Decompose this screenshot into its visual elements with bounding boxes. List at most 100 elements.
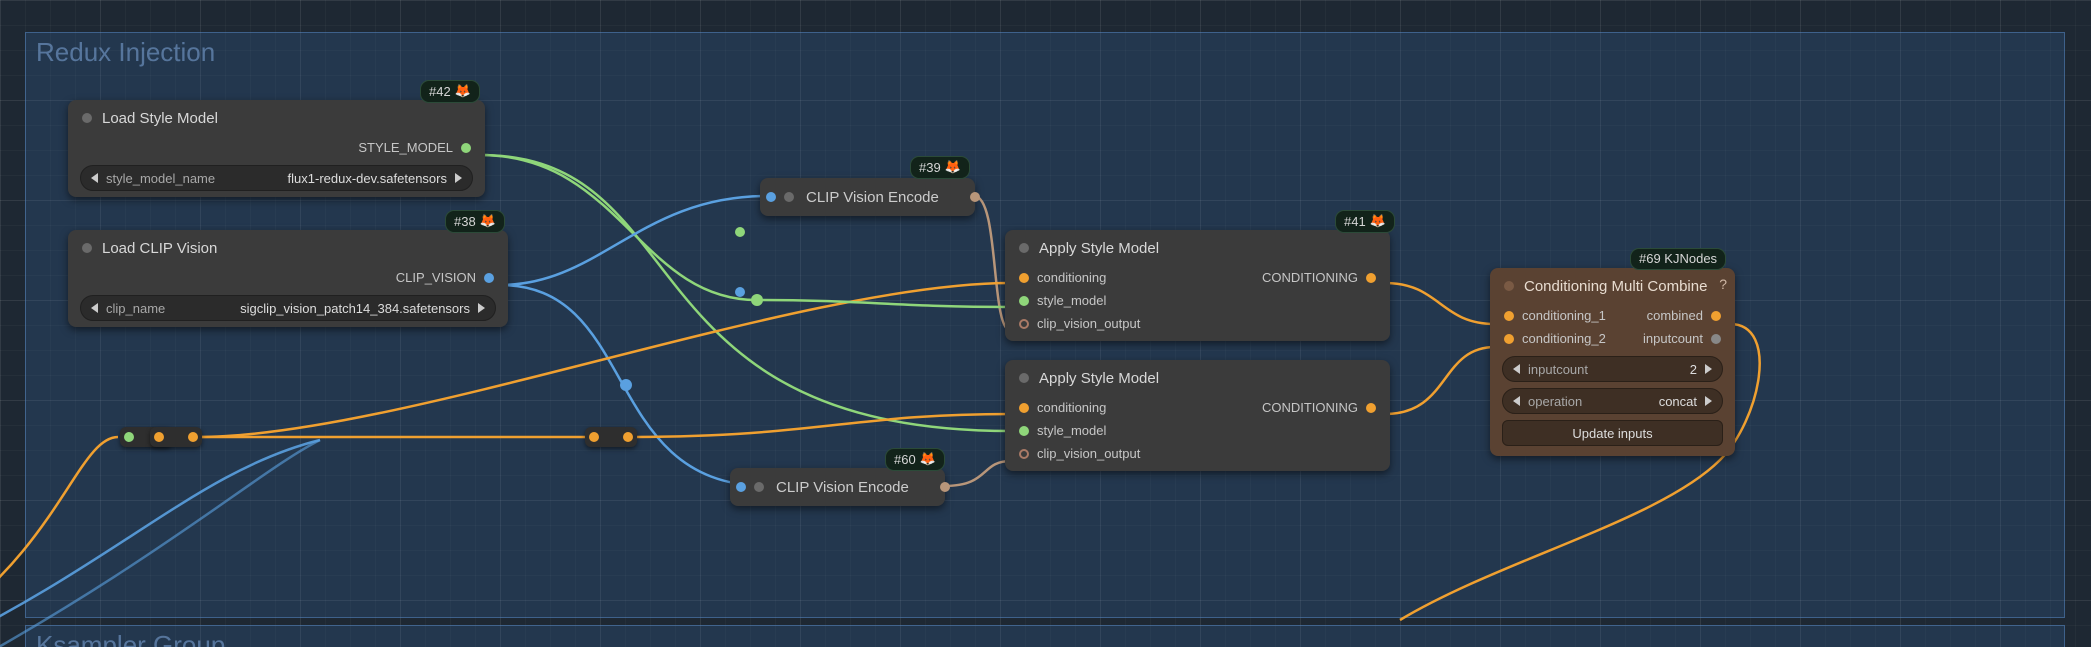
group-ksampler: Ksampler Group xyxy=(25,625,2065,647)
collapse-dot-icon[interactable] xyxy=(1019,243,1029,253)
fox-icon: 🦊 xyxy=(920,451,936,467)
input-port-conditioning-1[interactable] xyxy=(1504,311,1514,321)
input-port-clip-vision-output[interactable] xyxy=(1019,449,1029,459)
group-title: Redux Injection xyxy=(36,37,215,68)
input-port-conditioning[interactable] xyxy=(1019,403,1029,413)
reroute-node[interactable] xyxy=(150,427,202,447)
io-row: clip_vision_output xyxy=(1005,312,1390,341)
node-title: CLIP Vision Encode xyxy=(776,479,909,496)
io-row: style_model xyxy=(1005,289,1390,312)
output-port-inputcount[interactable] xyxy=(1711,334,1721,344)
reroute-in-port[interactable] xyxy=(154,432,164,442)
widget-label: inputcount xyxy=(1528,362,1588,377)
output-label: CONDITIONING xyxy=(1262,270,1358,285)
node-load-style-model[interactable]: Load Style Model STYLE_MODEL style_model… xyxy=(68,100,485,197)
reroute-in-port[interactable] xyxy=(589,432,599,442)
io-row: style_model xyxy=(1005,419,1390,442)
node-title: Apply Style Model xyxy=(1039,370,1159,387)
output-port-conditioning[interactable] xyxy=(1366,403,1376,413)
output-port-clip-vision[interactable] xyxy=(484,273,494,283)
node-title: Load CLIP Vision xyxy=(102,240,217,257)
output-label: combined xyxy=(1647,308,1703,323)
input-label: style_model xyxy=(1037,293,1106,308)
input-label: conditioning_1 xyxy=(1522,308,1606,323)
widget-label: style_model_name xyxy=(106,171,215,186)
collapse-dot-icon[interactable] xyxy=(784,192,794,202)
input-port-clip-vision-output[interactable] xyxy=(1019,319,1029,329)
input-port-conditioning-2[interactable] xyxy=(1504,334,1514,344)
io-row: clip_vision_output xyxy=(1005,442,1390,471)
widget-label: clip_name xyxy=(106,301,165,316)
chevron-left-icon[interactable] xyxy=(91,173,98,183)
widget-label: operation xyxy=(1528,394,1582,409)
node-apply-style-model-1[interactable]: Apply Style Model conditioning CONDITION… xyxy=(1005,230,1390,341)
input-port-clip-vision[interactable] xyxy=(766,192,776,202)
output-label: STYLE_MODEL xyxy=(358,140,453,155)
button-label: Update inputs xyxy=(1572,426,1652,441)
collapse-dot-icon[interactable] xyxy=(82,243,92,253)
io-row: conditioning CONDITIONING xyxy=(1005,396,1390,419)
output-row: STYLE_MODEL xyxy=(68,136,485,159)
chevron-right-icon[interactable] xyxy=(1705,364,1712,374)
chevron-right-icon[interactable] xyxy=(1705,396,1712,406)
node-header[interactable]: Apply Style Model xyxy=(1005,230,1390,266)
node-clip-vision-encode-1[interactable]: CLIP Vision Encode xyxy=(760,178,975,216)
reroute-node[interactable] xyxy=(585,427,637,447)
output-port-clip-vision-output[interactable] xyxy=(940,482,950,492)
input-port-clip-vision[interactable] xyxy=(736,482,746,492)
node-load-clip-vision[interactable]: Load CLIP Vision CLIP_VISION clip_name s… xyxy=(68,230,508,327)
io-row: conditioning_2 inputcount xyxy=(1490,327,1735,350)
badge-text: #39 xyxy=(919,160,941,175)
fox-icon: 🦊 xyxy=(455,83,471,99)
widget-value: 2 xyxy=(1690,362,1697,377)
input-label: clip_vision_output xyxy=(1037,316,1140,331)
chevron-left-icon[interactable] xyxy=(1513,364,1520,374)
widget-style-model-name[interactable]: style_model_name flux1-redux-dev.safeten… xyxy=(80,165,473,191)
collapse-dot-icon[interactable] xyxy=(82,113,92,123)
node-header[interactable]: Apply Style Model xyxy=(1005,360,1390,396)
input-label: conditioning xyxy=(1037,270,1106,285)
node-title: Conditioning Multi Combine xyxy=(1524,278,1707,295)
node-conditioning-multi-combine[interactable]: ? Conditioning Multi Combine conditionin… xyxy=(1490,268,1735,456)
output-port-combined[interactable] xyxy=(1711,311,1721,321)
chevron-left-icon[interactable] xyxy=(1513,396,1520,406)
node-apply-style-model-2[interactable]: Apply Style Model conditioning CONDITION… xyxy=(1005,360,1390,471)
collapse-dot-icon[interactable] xyxy=(1504,281,1514,291)
collapse-dot-icon[interactable] xyxy=(1019,373,1029,383)
badge-text: #69 KJNodes xyxy=(1639,251,1717,266)
input-port-conditioning[interactable] xyxy=(1019,273,1029,283)
chevron-left-icon[interactable] xyxy=(91,303,98,313)
update-inputs-button[interactable]: Update inputs xyxy=(1502,420,1723,446)
node-badge-39: #39🦊 xyxy=(910,156,970,179)
chevron-right-icon[interactable] xyxy=(455,173,462,183)
output-port-style-model[interactable] xyxy=(461,143,471,153)
node-badge-42: #42 🦊 xyxy=(420,80,480,103)
input-port-style-model[interactable] xyxy=(1019,296,1029,306)
badge-text: #38 xyxy=(454,214,476,229)
badge-text: #42 xyxy=(429,84,451,99)
node-badge-38: #38🦊 xyxy=(445,210,505,233)
output-port-conditioning[interactable] xyxy=(1366,273,1376,283)
fox-icon: 🦊 xyxy=(1370,213,1386,229)
reroute-in-port[interactable] xyxy=(124,432,134,442)
input-label: conditioning xyxy=(1037,400,1106,415)
widget-inputcount[interactable]: inputcount 2 xyxy=(1502,356,1723,382)
node-header[interactable]: Conditioning Multi Combine xyxy=(1490,268,1735,304)
node-clip-vision-encode-2[interactable]: CLIP Vision Encode xyxy=(730,468,945,506)
node-header[interactable]: Load CLIP Vision xyxy=(68,230,508,266)
node-badge-60: #60🦊 xyxy=(885,448,945,471)
help-icon[interactable]: ? xyxy=(1719,276,1727,292)
chevron-right-icon[interactable] xyxy=(478,303,485,313)
node-header[interactable]: Load Style Model xyxy=(68,100,485,136)
reroute-out-port[interactable] xyxy=(623,432,633,442)
input-label: conditioning_2 xyxy=(1522,331,1606,346)
collapse-dot-icon[interactable] xyxy=(754,482,764,492)
reroute-out-port[interactable] xyxy=(188,432,198,442)
widget-clip-name[interactable]: clip_name sigclip_vision_patch14_384.saf… xyxy=(80,295,496,321)
widget-operation[interactable]: operation concat xyxy=(1502,388,1723,414)
widget-value: sigclip_vision_patch14_384.safetensors xyxy=(240,301,470,316)
output-label: CLIP_VISION xyxy=(396,270,476,285)
output-port-clip-vision-output[interactable] xyxy=(970,192,980,202)
input-port-style-model[interactable] xyxy=(1019,426,1029,436)
badge-text: #41 xyxy=(1344,214,1366,229)
